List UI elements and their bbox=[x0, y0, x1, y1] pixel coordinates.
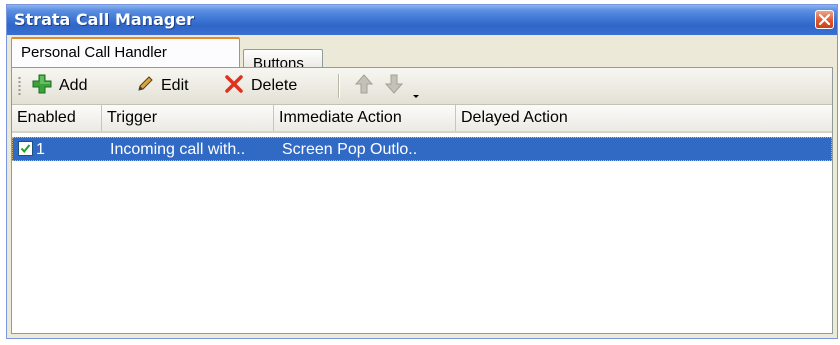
column-header-enabled[interactable]: Enabled bbox=[12, 105, 102, 131]
row-immediate-action: Screen Pop Outlo.. bbox=[282, 141, 418, 158]
grid-header: Enabled Trigger Immediate Action Delayed… bbox=[12, 105, 832, 133]
x-icon bbox=[224, 74, 244, 99]
row-index: 1 bbox=[36, 141, 45, 158]
toolbar-grip[interactable] bbox=[18, 76, 21, 96]
rules-grid: Enabled Trigger Immediate Action Delayed… bbox=[12, 105, 832, 333]
tab-panel: Add Edit Delete Enabled Trigger Immediat… bbox=[11, 67, 833, 334]
arrow-up-icon bbox=[354, 73, 374, 100]
edit-button-label: Edit bbox=[161, 77, 189, 94]
strata-call-manager-window: Strata Call Manager Personal Call Handle… bbox=[6, 4, 838, 339]
add-button-label: Add bbox=[59, 77, 88, 94]
column-header-trigger[interactable]: Trigger bbox=[102, 105, 274, 131]
toolbar-separator bbox=[338, 74, 340, 98]
chevron-down-icon bbox=[412, 87, 420, 105]
column-header-delayed-action[interactable]: Delayed Action bbox=[456, 105, 826, 131]
arrow-down-icon bbox=[384, 73, 404, 100]
enabled-checkbox[interactable] bbox=[18, 141, 33, 156]
pencil-icon bbox=[136, 75, 154, 98]
add-button[interactable]: Add bbox=[32, 74, 87, 98]
delete-button[interactable]: Delete bbox=[224, 74, 297, 98]
tab-label: Personal Call Handler bbox=[21, 44, 167, 61]
close-icon bbox=[819, 14, 830, 25]
delete-button-label: Delete bbox=[251, 77, 298, 94]
toolbar: Add Edit Delete bbox=[12, 68, 832, 105]
tab-strip: Personal Call Handler Buttons bbox=[7, 35, 837, 72]
title-bar[interactable]: Strata Call Manager bbox=[7, 5, 837, 35]
tab-buttons[interactable]: Buttons bbox=[243, 49, 323, 72]
move-down-button[interactable] bbox=[384, 74, 411, 98]
table-row[interactable]: 1 Incoming call with.. Screen Pop Outlo.… bbox=[12, 137, 832, 161]
plus-icon bbox=[32, 74, 52, 99]
close-button[interactable] bbox=[815, 10, 834, 29]
column-header-immediate-action[interactable]: Immediate Action bbox=[274, 105, 456, 131]
checkmark-icon bbox=[20, 144, 31, 154]
window-title: Strata Call Manager bbox=[14, 10, 195, 29]
edit-button[interactable]: Edit bbox=[136, 74, 189, 98]
tab-personal-call-handler[interactable]: Personal Call Handler bbox=[11, 37, 240, 67]
move-up-button[interactable] bbox=[354, 73, 381, 100]
row-trigger: Incoming call with.. bbox=[110, 141, 246, 158]
